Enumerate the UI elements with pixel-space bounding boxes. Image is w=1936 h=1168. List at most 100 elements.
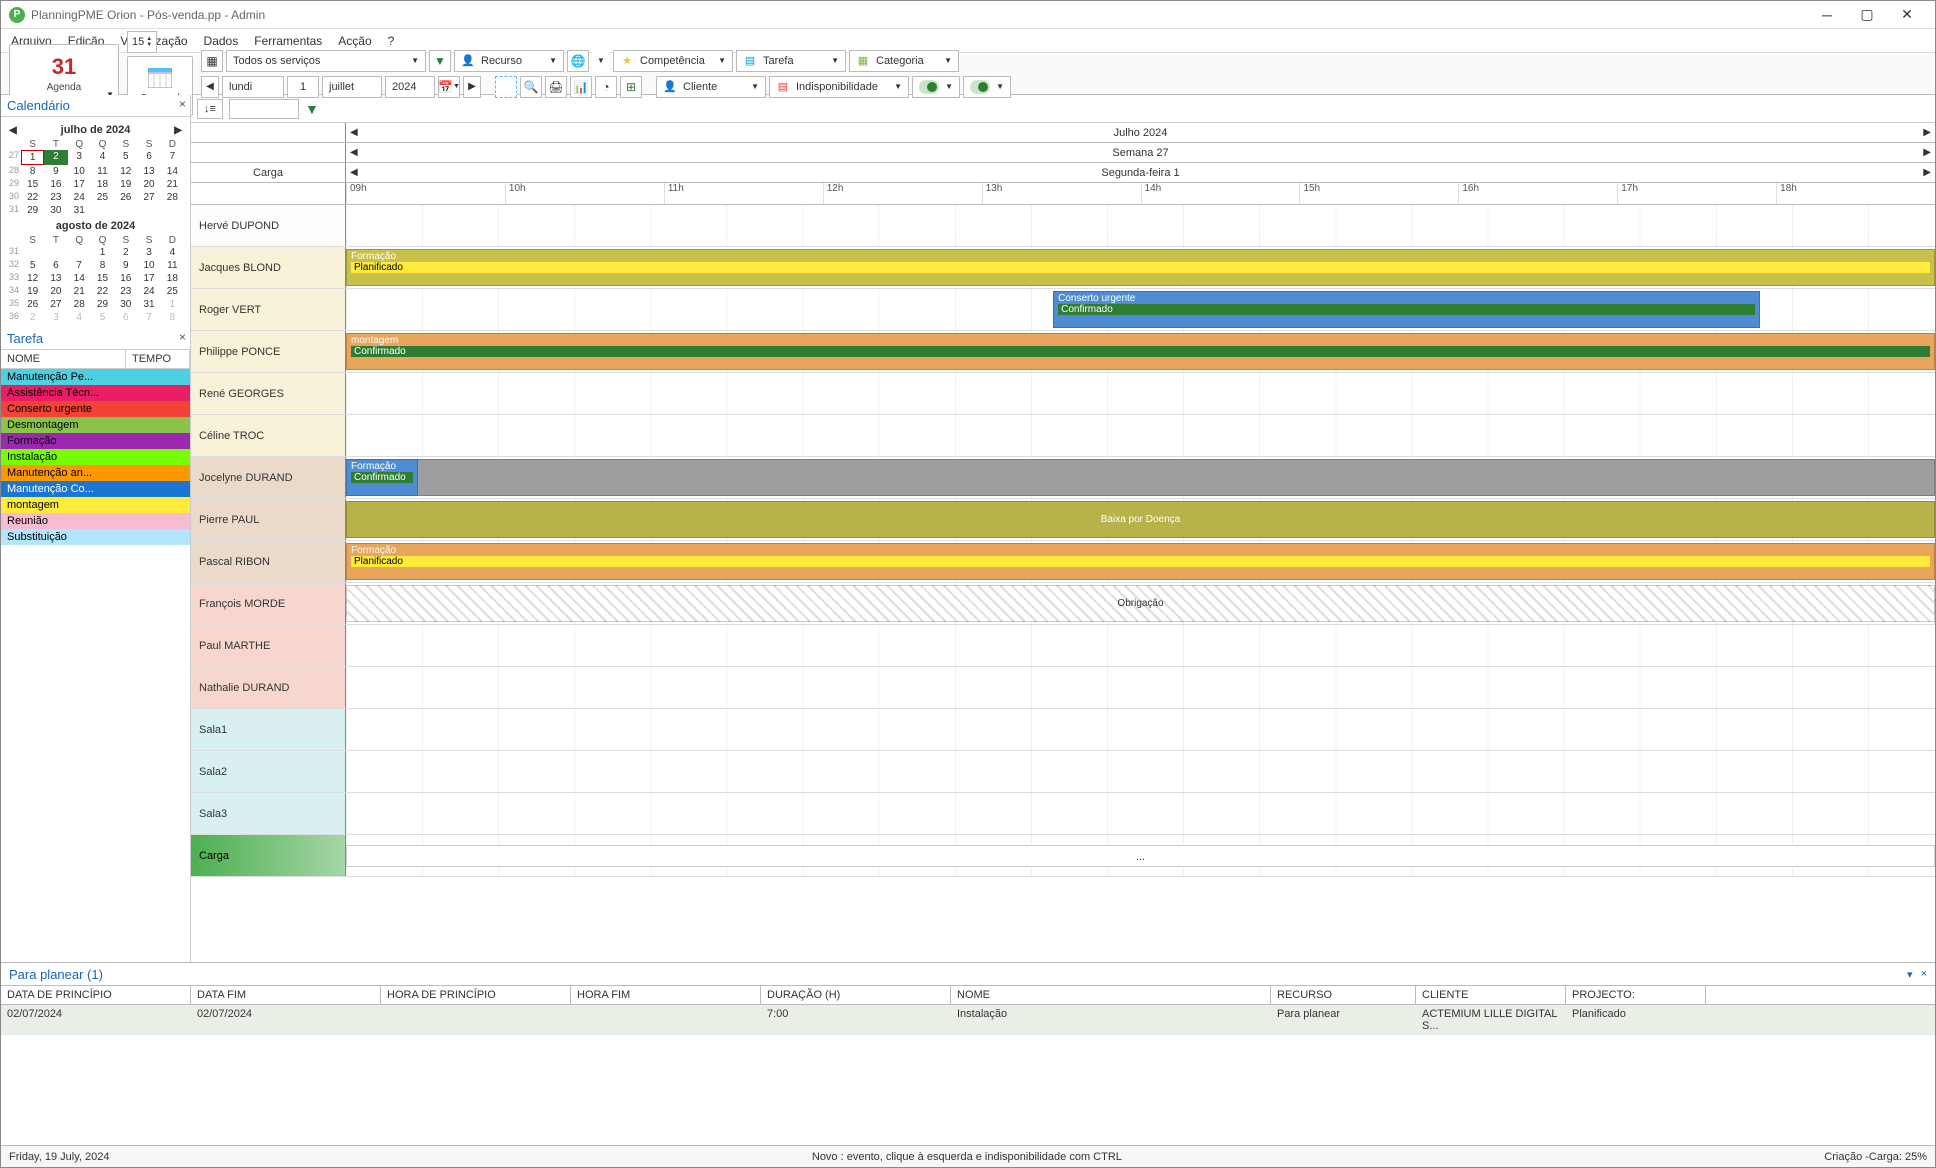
resource-name[interactable]: Pierre PAUL — [191, 499, 346, 540]
calendar-day[interactable]: 26 — [21, 298, 44, 311]
prev-week-icon[interactable]: ◀ — [350, 147, 358, 158]
menu-ferramentas[interactable]: Ferramentas — [254, 34, 322, 48]
calendar-day[interactable]: 6 — [137, 150, 160, 165]
resource-name[interactable]: René GEORGES — [191, 373, 346, 414]
resource-track[interactable]: ... — [346, 835, 1935, 876]
calendar-day[interactable]: 5 — [21, 259, 44, 272]
calendar-day[interactable]: 17 — [137, 272, 160, 285]
close-button[interactable]: ✕ — [1887, 3, 1927, 27]
week-count-input[interactable]: 15 ▲▼ — [127, 31, 157, 53]
resource-name[interactable]: Hervé DUPOND — [191, 205, 346, 246]
calendar-day[interactable]: 21 — [161, 178, 184, 191]
resource-track[interactable] — [346, 751, 1935, 792]
maximize-button[interactable]: ▢ — [1847, 3, 1887, 27]
week-header[interactable]: ◀ Semana 27 ▶ — [346, 143, 1935, 162]
calendar-day[interactable]: 14 — [68, 272, 91, 285]
calendar-day[interactable]: 5 — [91, 311, 114, 324]
resource-track[interactable] — [346, 415, 1935, 456]
calendar-day[interactable]: 1 — [21, 150, 44, 165]
calendar-day[interactable]: 1 — [91, 246, 114, 259]
resource-name[interactable]: Philippe PONCE — [191, 331, 346, 372]
resource-name[interactable]: Sala2 — [191, 751, 346, 792]
tarefa-item[interactable]: Manutenção Co... — [1, 481, 190, 497]
resource-name[interactable]: Nathalie DURAND — [191, 667, 346, 708]
gantt-task[interactable]: FormaçãoConfirmado — [346, 459, 418, 496]
calendar-day[interactable]: 13 — [44, 272, 67, 285]
calendar-day[interactable]: 7 — [161, 150, 184, 165]
calendar-day[interactable]: 9 — [114, 259, 137, 272]
plan-col-header[interactable]: DURAÇÃO (H) — [761, 986, 951, 1004]
calendar-day[interactable]: 6 — [114, 311, 137, 324]
calendar-day[interactable]: 10 — [137, 259, 160, 272]
menu-?[interactable]: ? — [388, 34, 395, 48]
resource-track[interactable]: FormaçãoPlanificado — [346, 541, 1935, 582]
gantt-body[interactable]: Hervé DUPONDJacques BLONDFormaçãoPlanifi… — [191, 205, 1935, 962]
calendar-day[interactable]: 24 — [68, 191, 91, 204]
menu-dados[interactable]: Dados — [204, 34, 239, 48]
resource-track[interactable]: FormaçãoPlanificado — [346, 247, 1935, 288]
tarefa-item[interactable]: Substituição — [1, 529, 190, 545]
gantt-task[interactable]: Baixa por Doença — [346, 501, 1935, 538]
calendar-day[interactable]: 13 — [137, 165, 160, 178]
calendar-day[interactable]: 12 — [114, 165, 137, 178]
calendar-day[interactable] — [44, 246, 67, 259]
plan-col-header[interactable]: DATA FIM — [191, 986, 381, 1004]
resource-name[interactable]: Sala3 — [191, 793, 346, 834]
calendar-day[interactable]: 28 — [161, 191, 184, 204]
calendar-day[interactable]: 24 — [137, 285, 160, 298]
plan-col-header[interactable]: DATA DE PRINCÍPIO — [1, 986, 191, 1004]
gantt-task[interactable] — [346, 459, 1935, 496]
calendar-day[interactable]: 27 — [44, 298, 67, 311]
services-combo[interactable]: Todos os serviços ▼ — [226, 50, 426, 72]
gantt-search-input[interactable] — [229, 99, 299, 119]
gantt-task[interactable]: FormaçãoPlanificado — [346, 249, 1935, 286]
funnel-icon[interactable]: ▼ — [305, 101, 319, 117]
calendar-day[interactable]: 16 — [114, 272, 137, 285]
resource-name[interactable]: Carga — [191, 835, 346, 876]
resource-name[interactable]: Jacques BLOND — [191, 247, 346, 288]
globe-icon-button[interactable]: 🌐 — [567, 50, 589, 72]
resource-name[interactable]: Roger VERT — [191, 289, 346, 330]
calendar-day[interactable]: 2 — [21, 311, 44, 324]
calendar-day[interactable]: 28 — [68, 298, 91, 311]
resource-track[interactable]: montagemConfirmado — [346, 331, 1935, 372]
calendar-day[interactable]: 29 — [91, 298, 114, 311]
calendar-day[interactable]: 4 — [68, 311, 91, 324]
calendar-day[interactable] — [137, 204, 160, 217]
calendar-day[interactable]: 14 — [161, 165, 184, 178]
competencia-combo[interactable]: ★ Competência ▼ — [613, 50, 733, 72]
calendar-day[interactable]: 19 — [114, 178, 137, 191]
calendar-day[interactable]: 19 — [21, 285, 44, 298]
calendar-day[interactable]: 26 — [114, 191, 137, 204]
col-nome[interactable]: NOME — [1, 350, 126, 368]
calendar-day[interactable]: 4 — [161, 246, 184, 259]
calendar-day[interactable]: 12 — [21, 272, 44, 285]
calendar-day[interactable]: 3 — [137, 246, 160, 259]
calendar-day[interactable]: 9 — [44, 165, 67, 178]
resource-name[interactable]: Sala1 — [191, 709, 346, 750]
calendar-day[interactable]: 3 — [44, 311, 67, 324]
tarefa-item[interactable]: Formação — [1, 433, 190, 449]
resource-track[interactable]: Baixa por Doença — [346, 499, 1935, 540]
tarefa-item[interactable]: Manutenção Pe... — [1, 369, 190, 385]
resource-track[interactable] — [346, 625, 1935, 666]
tarefa-item[interactable]: Conserto urgente — [1, 401, 190, 417]
calendar-day[interactable]: 22 — [91, 285, 114, 298]
plan-col-header[interactable]: PROJECTO: — [1566, 986, 1706, 1004]
tarefa-item[interactable]: Manutenção an... — [1, 465, 190, 481]
resource-name[interactable]: Pascal RIBON — [191, 541, 346, 582]
next-month-icon[interactable]: ▶ — [1923, 127, 1931, 138]
gantt-task[interactable]: Obrigação — [346, 585, 1935, 622]
calendar-day[interactable]: 22 — [21, 191, 44, 204]
calendar-day[interactable]: 17 — [68, 178, 91, 191]
close-icon[interactable]: × — [1921, 968, 1927, 981]
categoria-combo[interactable]: ▦ Categoria ▼ — [849, 50, 959, 72]
tarefa-item[interactable]: Assistência Técn... — [1, 385, 190, 401]
chevron-down-icon[interactable]: ▼ — [592, 50, 610, 72]
calendar-day[interactable]: 6 — [44, 259, 67, 272]
resource-track[interactable] — [346, 667, 1935, 708]
calendar-day[interactable]: 25 — [161, 285, 184, 298]
calendar-day[interactable]: 11 — [161, 259, 184, 272]
calendar-day[interactable]: 30 — [44, 204, 67, 217]
collapse-icon[interactable]: ▾ — [1907, 968, 1913, 981]
